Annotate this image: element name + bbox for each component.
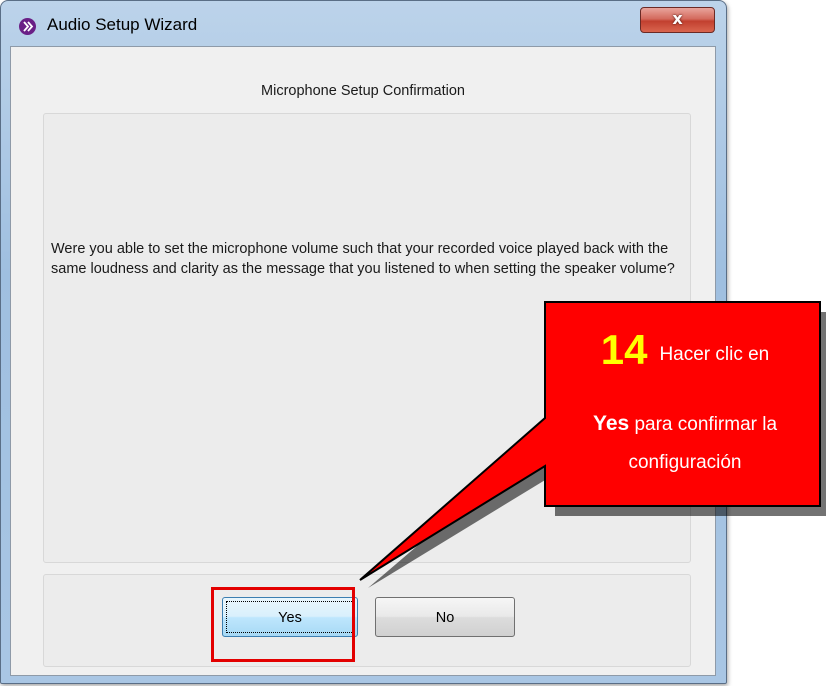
callout-line-2: Yes para confirmar la (545, 412, 825, 436)
callout-line-1: 14 Hacer clic en (545, 326, 825, 374)
callout-yes-keyword: Yes (592, 412, 630, 435)
yes-button-highlight (211, 587, 355, 662)
step-number: 14 (600, 326, 648, 373)
callout-line-2-text: para confirmar la (634, 414, 778, 435)
callout-line-1-text: Hacer clic en (659, 344, 770, 365)
callout-line-3: configuración (628, 452, 742, 473)
instruction-callout: 14 Hacer clic en Yes para confirmar la co… (545, 302, 825, 510)
